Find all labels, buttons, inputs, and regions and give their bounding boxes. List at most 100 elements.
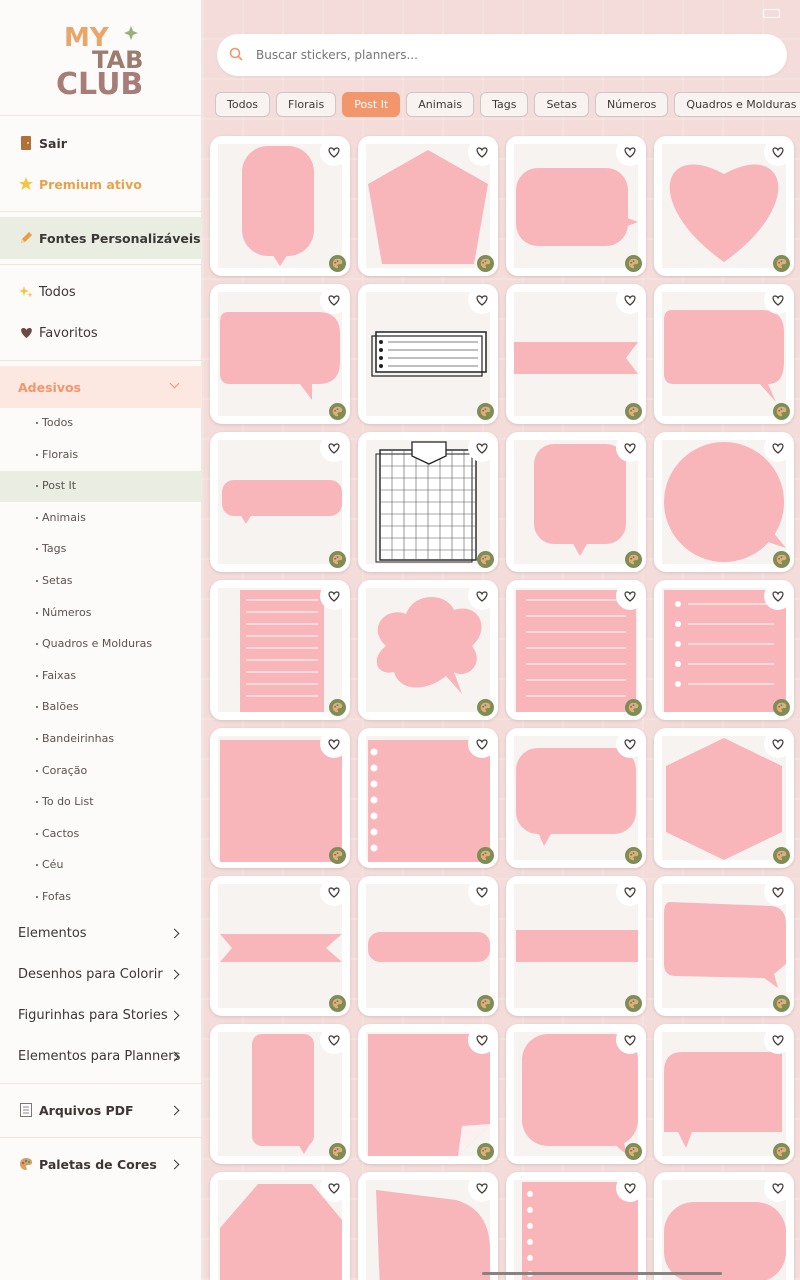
palette-badge[interactable] [329, 995, 346, 1012]
palette-badge[interactable] [625, 699, 642, 716]
palette-badge[interactable] [329, 1143, 346, 1160]
sidebar-subitem[interactable]: Post It [36, 476, 202, 496]
sidebar-subitem[interactable]: Animais [36, 508, 202, 528]
sticker-card[interactable] [654, 432, 794, 572]
sidebar-subitem[interactable]: To do List [36, 792, 202, 812]
palette-badge[interactable] [477, 699, 494, 716]
favorite-button[interactable] [616, 138, 644, 166]
sticker-card[interactable] [358, 136, 498, 276]
sticker-card[interactable] [506, 876, 646, 1016]
palette-badge[interactable] [625, 255, 642, 272]
palette-badge[interactable] [477, 551, 494, 568]
sidebar-subitem[interactable]: Tags [36, 539, 202, 559]
sidebar-subitem[interactable]: Todos [36, 413, 202, 433]
filter-chip[interactable]: Números [594, 92, 669, 117]
sidebar-item-elements[interactable]: Elementos [0, 921, 202, 945]
palette-badge[interactable] [329, 551, 346, 568]
palette-badge[interactable] [625, 551, 642, 568]
sticker-card[interactable] [654, 284, 794, 424]
custom-fonts-item[interactable]: Fontes Personalizáveis [0, 217, 202, 259]
sticker-card[interactable] [210, 876, 350, 1016]
favorite-button[interactable] [616, 286, 644, 314]
palette-badge[interactable] [773, 847, 790, 864]
favorite-button[interactable] [616, 434, 644, 462]
sticker-card[interactable] [654, 1024, 794, 1164]
sticker-card[interactable] [506, 284, 646, 424]
sticker-card[interactable] [210, 580, 350, 720]
palette-badge[interactable] [477, 255, 494, 272]
sticker-card[interactable] [654, 580, 794, 720]
palette-badge[interactable] [477, 403, 494, 420]
sticker-card[interactable] [506, 1024, 646, 1164]
sidebar-item-planner-elements[interactable]: Elementos para Planners [0, 1044, 202, 1068]
sticker-card[interactable] [506, 580, 646, 720]
favorite-button[interactable] [468, 582, 496, 610]
sidebar-subitem[interactable]: Setas [36, 571, 202, 591]
sticker-card[interactable] [654, 1172, 794, 1280]
sticker-card[interactable] [654, 876, 794, 1016]
sticker-card[interactable] [654, 728, 794, 868]
sticker-card[interactable] [210, 432, 350, 572]
filter-chip[interactable]: Todos [215, 92, 271, 117]
palette-badge[interactable] [773, 403, 790, 420]
favorite-button[interactable] [616, 582, 644, 610]
favorite-button[interactable] [320, 1174, 348, 1202]
sticker-card[interactable] [210, 136, 350, 276]
sidebar-item-pdf[interactable]: Arquivos PDF [0, 1097, 202, 1123]
palette-badge[interactable] [477, 995, 494, 1012]
sticker-card[interactable] [358, 1024, 498, 1164]
sidebar-item-favorites[interactable]: Favoritos [0, 320, 202, 346]
favorite-button[interactable] [468, 878, 496, 906]
sidebar-subitem[interactable]: Bandeirinhas [36, 729, 202, 749]
sidebar-subitem[interactable]: Fofas [36, 887, 202, 907]
favorite-button[interactable] [764, 730, 792, 758]
favorite-button[interactable] [468, 434, 496, 462]
palette-badge[interactable] [329, 699, 346, 716]
sidebar-item-coloring[interactable]: Desenhos para Colorir [0, 962, 202, 986]
sidebar-subitem[interactable]: Faixas [36, 666, 202, 686]
search-bar[interactable] [217, 34, 787, 76]
sticker-card[interactable] [210, 1024, 350, 1164]
favorite-button[interactable] [616, 1026, 644, 1054]
palette-badge[interactable] [625, 995, 642, 1012]
favorite-button[interactable] [320, 582, 348, 610]
sidebar-section-stickers[interactable]: Adesivos [0, 366, 202, 408]
favorite-button[interactable] [468, 730, 496, 758]
favorite-button[interactable] [468, 1026, 496, 1054]
sticker-card[interactable] [506, 432, 646, 572]
sticker-card[interactable] [506, 1172, 646, 1280]
sidebar-subitem[interactable]: Números [36, 603, 202, 623]
favorite-button[interactable] [764, 138, 792, 166]
palette-badge[interactable] [329, 403, 346, 420]
palette-badge[interactable] [625, 403, 642, 420]
palette-badge[interactable] [329, 255, 346, 272]
palette-badge[interactable] [625, 847, 642, 864]
sticker-card[interactable] [210, 1172, 350, 1280]
sticker-card[interactable] [506, 728, 646, 868]
palette-badge[interactable] [773, 699, 790, 716]
sticker-card[interactable] [506, 136, 646, 276]
palette-badge[interactable] [773, 551, 790, 568]
sticker-card[interactable] [210, 284, 350, 424]
filter-chip[interactable]: Tags [480, 92, 529, 117]
favorite-button[interactable] [320, 138, 348, 166]
palette-badge[interactable] [477, 847, 494, 864]
favorite-button[interactable] [468, 1174, 496, 1202]
palette-badge[interactable] [477, 1143, 494, 1160]
filter-chip[interactable]: Quadros e Molduras [674, 92, 800, 117]
favorite-button[interactable] [320, 1026, 348, 1054]
sticker-card[interactable] [358, 876, 498, 1016]
palette-badge[interactable] [329, 847, 346, 864]
palette-badge[interactable] [773, 255, 790, 272]
sidebar-subitem[interactable]: Florais [36, 445, 202, 465]
favorite-button[interactable] [764, 434, 792, 462]
sidebar-item-stories[interactable]: Figurinhas para Stories [0, 1003, 202, 1027]
premium-item[interactable]: Premium ativo [0, 171, 202, 197]
favorite-button[interactable] [468, 138, 496, 166]
favorite-button[interactable] [764, 582, 792, 610]
favorite-button[interactable] [764, 1026, 792, 1054]
filter-chip[interactable]: Florais [276, 92, 337, 117]
favorite-button[interactable] [616, 878, 644, 906]
sidebar-item-all[interactable]: Todos [0, 279, 202, 305]
logout-item[interactable]: Sair [0, 130, 202, 156]
